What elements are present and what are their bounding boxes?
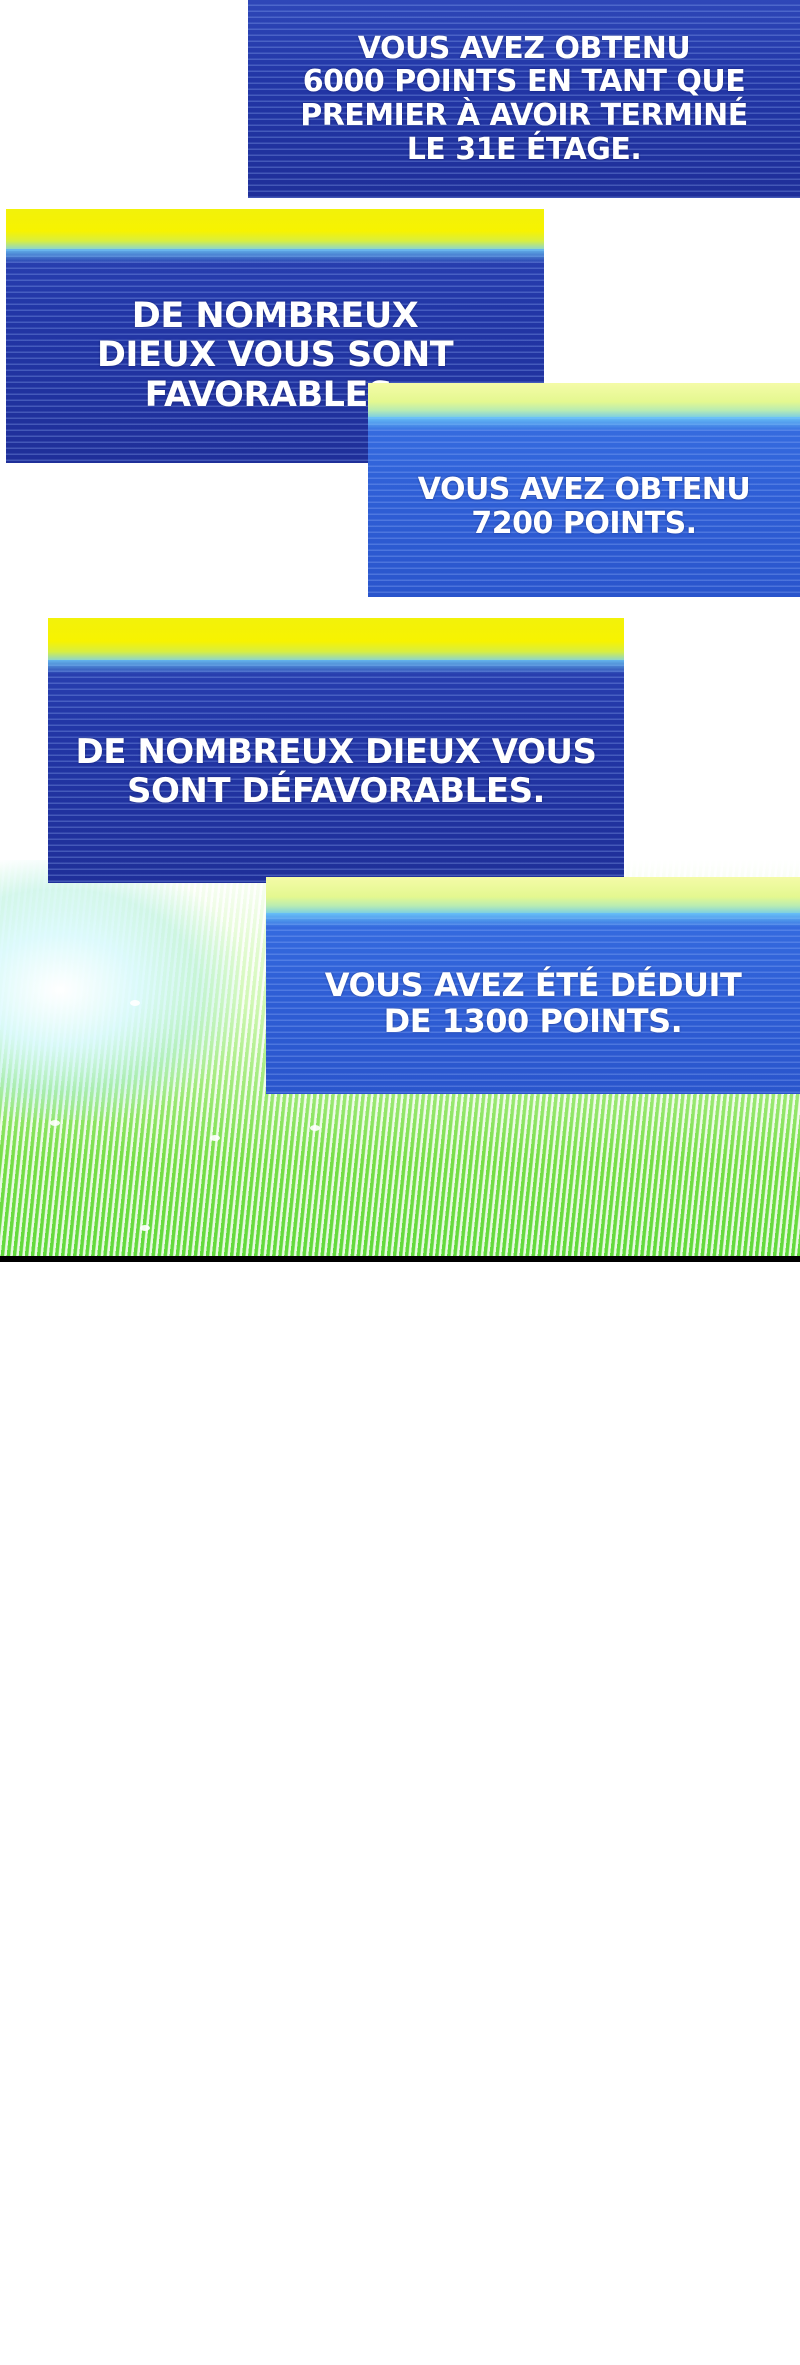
- blank-gutter: [0, 1262, 800, 2365]
- light-glow: [0, 860, 240, 1120]
- window-header-bar: [368, 383, 800, 417]
- notification-window-points-deducted: VOUS AVEZ ÉTÉ DÉDUIT DE 1300 POINTS.: [266, 877, 800, 1094]
- sparkle: [210, 1135, 220, 1141]
- notification-text: VOUS AVEZ OBTENU 6000 POINTS EN TANT QUE…: [300, 30, 748, 167]
- notification-text: DE NOMBREUX DIEUX VOUS SONT DÉFAVORABLES…: [75, 732, 597, 811]
- sparkle: [310, 1125, 320, 1131]
- sparkle: [50, 1120, 60, 1126]
- notification-window-points-6000: VOUS AVEZ OBTENU 6000 POINTS EN TANT QUE…: [248, 0, 800, 198]
- notification-window-gods-unfavorable: DE NOMBREUX DIEUX VOUS SONT DÉFAVORABLES…: [48, 618, 624, 883]
- window-header-bar: [6, 209, 544, 249]
- window-header-bar: [266, 877, 800, 913]
- notification-text: VOUS AVEZ ÉTÉ DÉDUIT DE 1300 POINTS.: [324, 965, 742, 1040]
- comic-panel: VOUS AVEZ OBTENU 6000 POINTS EN TANT QUE…: [0, 0, 800, 1262]
- notification-window-points-7200: VOUS AVEZ OBTENU 7200 POINTS.: [368, 383, 800, 597]
- window-header-bar: [48, 618, 624, 660]
- sparkle: [140, 1225, 150, 1231]
- sparkle: [130, 1000, 140, 1006]
- notification-text: VOUS AVEZ OBTENU 7200 POINTS.: [417, 472, 751, 541]
